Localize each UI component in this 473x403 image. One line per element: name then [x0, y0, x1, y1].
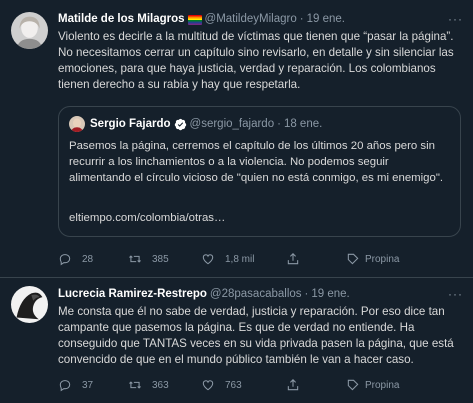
separator-dot: · [299, 13, 304, 25]
retweet-icon [129, 255, 141, 263]
like-count: 763 [225, 379, 242, 391]
avatar[interactable] [11, 286, 48, 323]
like-button[interactable]: 1,8 mil [201, 250, 254, 268]
author-name[interactable]: Matilde de los Milagros [58, 12, 185, 27]
tip-button[interactable]: Propina [346, 250, 399, 268]
avatar[interactable] [11, 12, 48, 49]
tip-label: Propina [365, 379, 400, 391]
heart-icon [202, 254, 214, 265]
quoted-author-handle: @sergio_fajardo [189, 118, 275, 130]
rainbow-flag-icon [187, 14, 202, 25]
share-button[interactable] [286, 250, 300, 268]
retweet-button[interactable]: 385 [128, 250, 169, 268]
share-icon [287, 253, 299, 265]
tweet-header: Matilde de los Milagros @MatildeyMilagro… [58, 12, 463, 27]
reply-count: 37 [82, 379, 94, 391]
reply-count: 28 [82, 253, 94, 265]
quoted-author-name: Sergio Fajardo [90, 118, 171, 130]
quoted-tweet-date: 18 ene. [283, 118, 323, 130]
tweet-actions: 28 385 1,8 mil Propina [58, 250, 418, 268]
separator-dot: · [277, 118, 281, 130]
author-handle[interactable]: @28pasacaballos [210, 287, 302, 302]
tip-icon [347, 253, 359, 265]
retweet-button[interactable]: 363 [128, 376, 169, 394]
retweet-count: 363 [152, 379, 169, 391]
quoted-tweet-link[interactable]: eltiempo.com/colombia/otras… [69, 210, 225, 226]
like-count: 1,8 mil [225, 253, 255, 265]
tweet[interactable]: Matilde de los Milagros @MatildeyMilagro… [0, 0, 473, 278]
more-options-icon[interactable]: ··· [448, 12, 463, 26]
quoted-tweet[interactable]: Sergio Fajardo @sergio_fajardo · 18 ene.… [58, 106, 461, 237]
reply-icon [59, 254, 71, 266]
tweet-text: Me consta que él no sabe de verdad, just… [58, 305, 454, 366]
tweet-date[interactable]: 19 ene. [307, 12, 345, 27]
tweet-text: Violento es decirle a la multitud de víc… [58, 30, 454, 91]
retweet-count: 385 [152, 253, 169, 265]
share-button[interactable] [286, 376, 300, 394]
verified-badge-icon [174, 118, 186, 130]
share-icon [287, 379, 299, 391]
quoted-tweet-header: Sergio Fajardo @sergio_fajardo · 18 ene. [69, 116, 322, 132]
tip-label: Propina [365, 253, 400, 265]
like-button[interactable]: 763 [201, 376, 242, 394]
tip-icon [347, 379, 359, 391]
reply-button[interactable]: 37 [58, 376, 93, 394]
tweet-header: Lucrecia Ramirez-Restrepo @28pasacaballo… [58, 287, 463, 302]
retweet-icon [129, 381, 141, 389]
tip-button[interactable]: Propina [346, 376, 399, 394]
reply-icon [59, 380, 71, 392]
tweet-date[interactable]: 19 ene. [311, 287, 349, 302]
quoted-tweet-text: Pasemos la página, cerremos el capítulo … [69, 140, 444, 184]
quoted-avatar [69, 116, 85, 132]
heart-icon [202, 380, 214, 391]
tweet-actions: 37 363 763 Propina [58, 376, 418, 394]
author-name[interactable]: Lucrecia Ramirez-Restrepo [58, 287, 207, 302]
separator-dot: · [304, 288, 309, 300]
tweet[interactable]: Lucrecia Ramirez-Restrepo @28pasacaballo… [0, 278, 473, 403]
more-options-icon[interactable]: ··· [448, 287, 463, 301]
reply-button[interactable]: 28 [58, 250, 93, 268]
author-handle[interactable]: @MatildeyMilagro [205, 12, 297, 27]
